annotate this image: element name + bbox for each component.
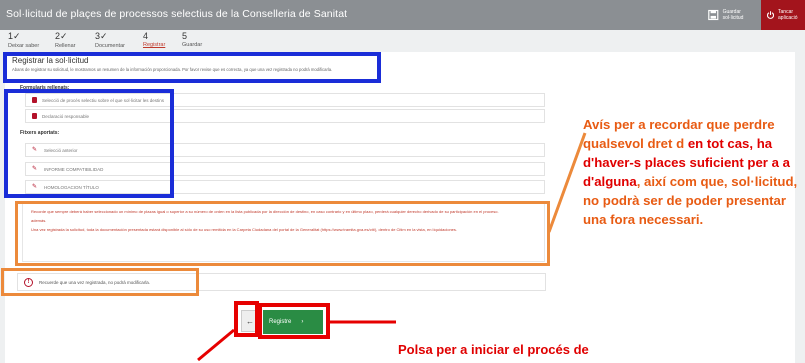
connector-red-back [197, 328, 235, 362]
callout-run: , així com que, [636, 174, 728, 189]
callout-red-text: Polsa per a iniciar el procés de [398, 342, 589, 357]
callout-run: places suficient per a a [644, 155, 790, 170]
callout-run: Avís per a recordar que [583, 117, 730, 132]
callout-run: d'alguna [583, 174, 637, 189]
callout-run: fora necessari. [610, 212, 704, 227]
connector-orange [547, 132, 587, 233]
callout-orange-text: Avís per a recordar que perdre qualsevol… [583, 115, 805, 229]
